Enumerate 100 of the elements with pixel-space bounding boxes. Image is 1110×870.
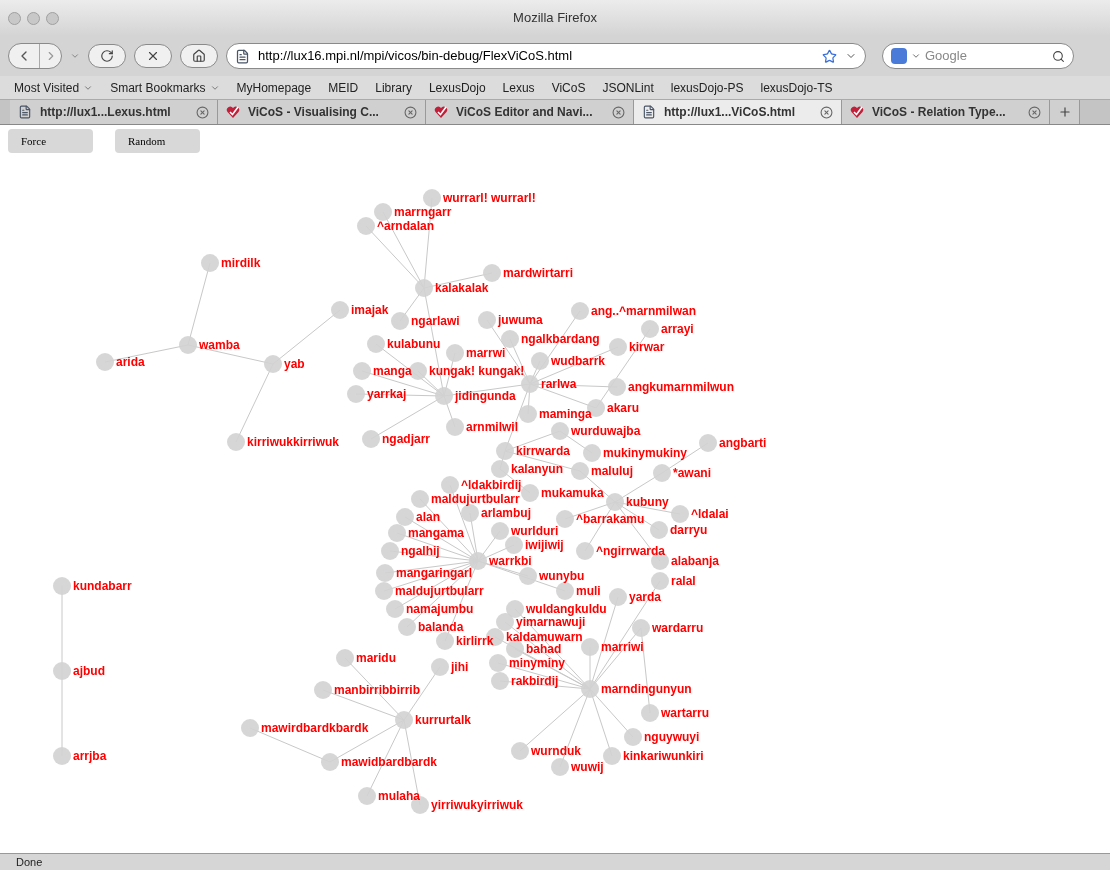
search-bar[interactable]: Google — [882, 43, 1074, 69]
node-label: kirlirrk — [456, 634, 494, 648]
node-label: juwuma — [498, 313, 543, 327]
bookmark-link[interactable]: MEID — [328, 78, 359, 97]
node-label: kinkariwunkiri — [623, 749, 704, 763]
node-label: rarlwa — [541, 377, 577, 391]
node-label: arlambuj — [481, 506, 531, 520]
node-label: mardwirtarri — [503, 266, 574, 280]
status-text: Done — [16, 854, 43, 870]
tab-title: ViCoS - Visualising C... — [248, 104, 380, 121]
browser-tab[interactable]: http://lux1...ViCoS.html — [634, 100, 842, 124]
node-label: ^ldakbirdij — [461, 478, 522, 492]
node-label: arnmilwil — [466, 420, 518, 434]
node-label: kubuny — [626, 495, 669, 509]
address-field[interactable]: http://lux16.mpi.nl/mpi/vicos/bin-debug/FlexViCoS.html — [226, 43, 866, 69]
node-label: wamba — [199, 338, 240, 352]
node-label: warrkbi — [489, 554, 532, 568]
layout-button[interactable]: Force — [8, 129, 93, 153]
node-label: mulaha — [378, 789, 420, 803]
node-label: maldujurtbularr — [431, 492, 520, 506]
tab-title: ViCoS Editor and Navi... — [456, 104, 594, 121]
node-label: wudbarrk — [551, 354, 605, 368]
node-label: marndingunyun — [601, 682, 692, 696]
node-label: ngalhij — [401, 544, 440, 558]
tab-title: http://lux1...ViCoS.html — [664, 104, 797, 121]
node-label: kulabunu — [387, 337, 441, 351]
node-label: ngadjarr — [382, 432, 430, 446]
bookmark-link[interactable]: lexusDojo-TS — [760, 78, 833, 97]
node-label: kirrwarda — [516, 444, 571, 458]
node-label: mangaringarl — [396, 566, 473, 580]
node-label: wuldangkuldu — [526, 602, 607, 616]
node-label: akaru — [607, 401, 640, 415]
node-label: ^barrakamu — [576, 512, 645, 526]
tab-title: ViCoS - Relation Type... — [872, 104, 1007, 121]
node-label: wardarru — [652, 621, 704, 635]
node-label: muli — [576, 584, 601, 598]
bookmark-link[interactable]: JSONLint — [602, 78, 654, 97]
bookmark-link[interactable]: Most Visited — [14, 78, 94, 97]
node-label: kaldamuwarn — [506, 630, 583, 644]
node-label: manga — [373, 364, 412, 378]
node-label: rakbirdij — [511, 674, 559, 688]
node-label: marriwi — [601, 640, 644, 654]
node-label: *awani — [673, 466, 711, 480]
node-label: kurrurtalk — [415, 713, 472, 727]
bookmark-link[interactable]: lexusDojo-PS — [670, 78, 744, 97]
layout-button[interactable]: Random — [115, 129, 200, 153]
node-label: mawidbardbardk — [341, 755, 438, 769]
node-label: wurduwajba — [571, 424, 641, 438]
node-label: yarrkaj — [367, 387, 407, 401]
browser-tab[interactable]: ViCoS Editor and Navi... — [426, 100, 634, 124]
node-label: ngarlawi — [411, 314, 460, 328]
node-label: yirriwukyirriwuk — [431, 798, 524, 812]
node-label: alabanja — [671, 554, 720, 568]
node-label: maridu — [356, 651, 396, 665]
node-label: arrjba — [73, 749, 107, 763]
bookmark-link[interactable]: MyHomepage — [236, 78, 312, 97]
bookmark-link[interactable]: Library — [375, 78, 412, 97]
node-label: ang..^marnmilwan — [591, 304, 697, 318]
node-label: marrwi — [466, 346, 506, 360]
node-label: mukinymukiny — [603, 446, 688, 460]
node-label: kungak! kungak! — [429, 364, 525, 378]
node-label: wuwij — [571, 760, 604, 774]
node-label: angbarti — [719, 436, 767, 450]
node-label: manbirribbirrib — [334, 683, 420, 697]
node-label: ralal — [671, 574, 696, 588]
node-label: kalakalak — [435, 281, 489, 295]
tab-title: http://lux1...Lexus.html — [40, 104, 172, 121]
browser-tab[interactable]: ViCoS - Relation Type... — [842, 100, 1050, 124]
node-label: nguywuyi — [644, 730, 700, 744]
node-label: imajak — [351, 303, 389, 317]
node-label: bahad — [526, 642, 562, 656]
node-label: iwijiwij — [525, 538, 564, 552]
node-label: wartarru — [661, 706, 710, 720]
node-label: wunybu — [539, 569, 585, 583]
bookmark-link[interactable]: Smart Bookmarks — [110, 78, 220, 97]
node-label: ^ldalai — [691, 507, 729, 521]
bookmark-link[interactable]: Lexus — [502, 78, 535, 97]
node-label: kirriwukkirriwuk — [247, 435, 340, 449]
node-label: wurrarl! wurrarl! — [443, 191, 536, 205]
window-title: Mozilla Firefox — [513, 9, 597, 28]
node-label: kundabarr — [73, 579, 132, 593]
node-label: jihi — [451, 660, 469, 674]
search-field[interactable]: Google — [925, 46, 1048, 66]
node-label: wurlduri — [511, 524, 559, 538]
node-label: darryu — [670, 523, 708, 537]
node-label: arida — [116, 355, 145, 369]
bookmark-link[interactable]: ViCoS — [551, 78, 586, 97]
browser-tab[interactable]: http://lux1...Lexus.html — [10, 100, 218, 124]
node-label: mukamuka — [541, 486, 604, 500]
node-label: ^arndalan — [377, 219, 435, 233]
node-label: arrayi — [661, 322, 694, 336]
node-label: yimarnawuji — [516, 615, 586, 629]
node-label: marrngarr — [394, 205, 452, 219]
node-label: alan — [416, 510, 440, 524]
url-text: http://lux16.mpi.nl/mpi/vicos/bin-debug/FlexViCoS.html — [258, 47, 574, 66]
node-label: mangama — [408, 526, 465, 540]
browser-tab[interactable]: ViCoS - Visualising C... — [218, 100, 426, 124]
node-label: minyminy — [509, 656, 565, 670]
node-label: balanda — [418, 620, 464, 634]
bookmark-link[interactable]: LexusDojo — [428, 78, 486, 97]
